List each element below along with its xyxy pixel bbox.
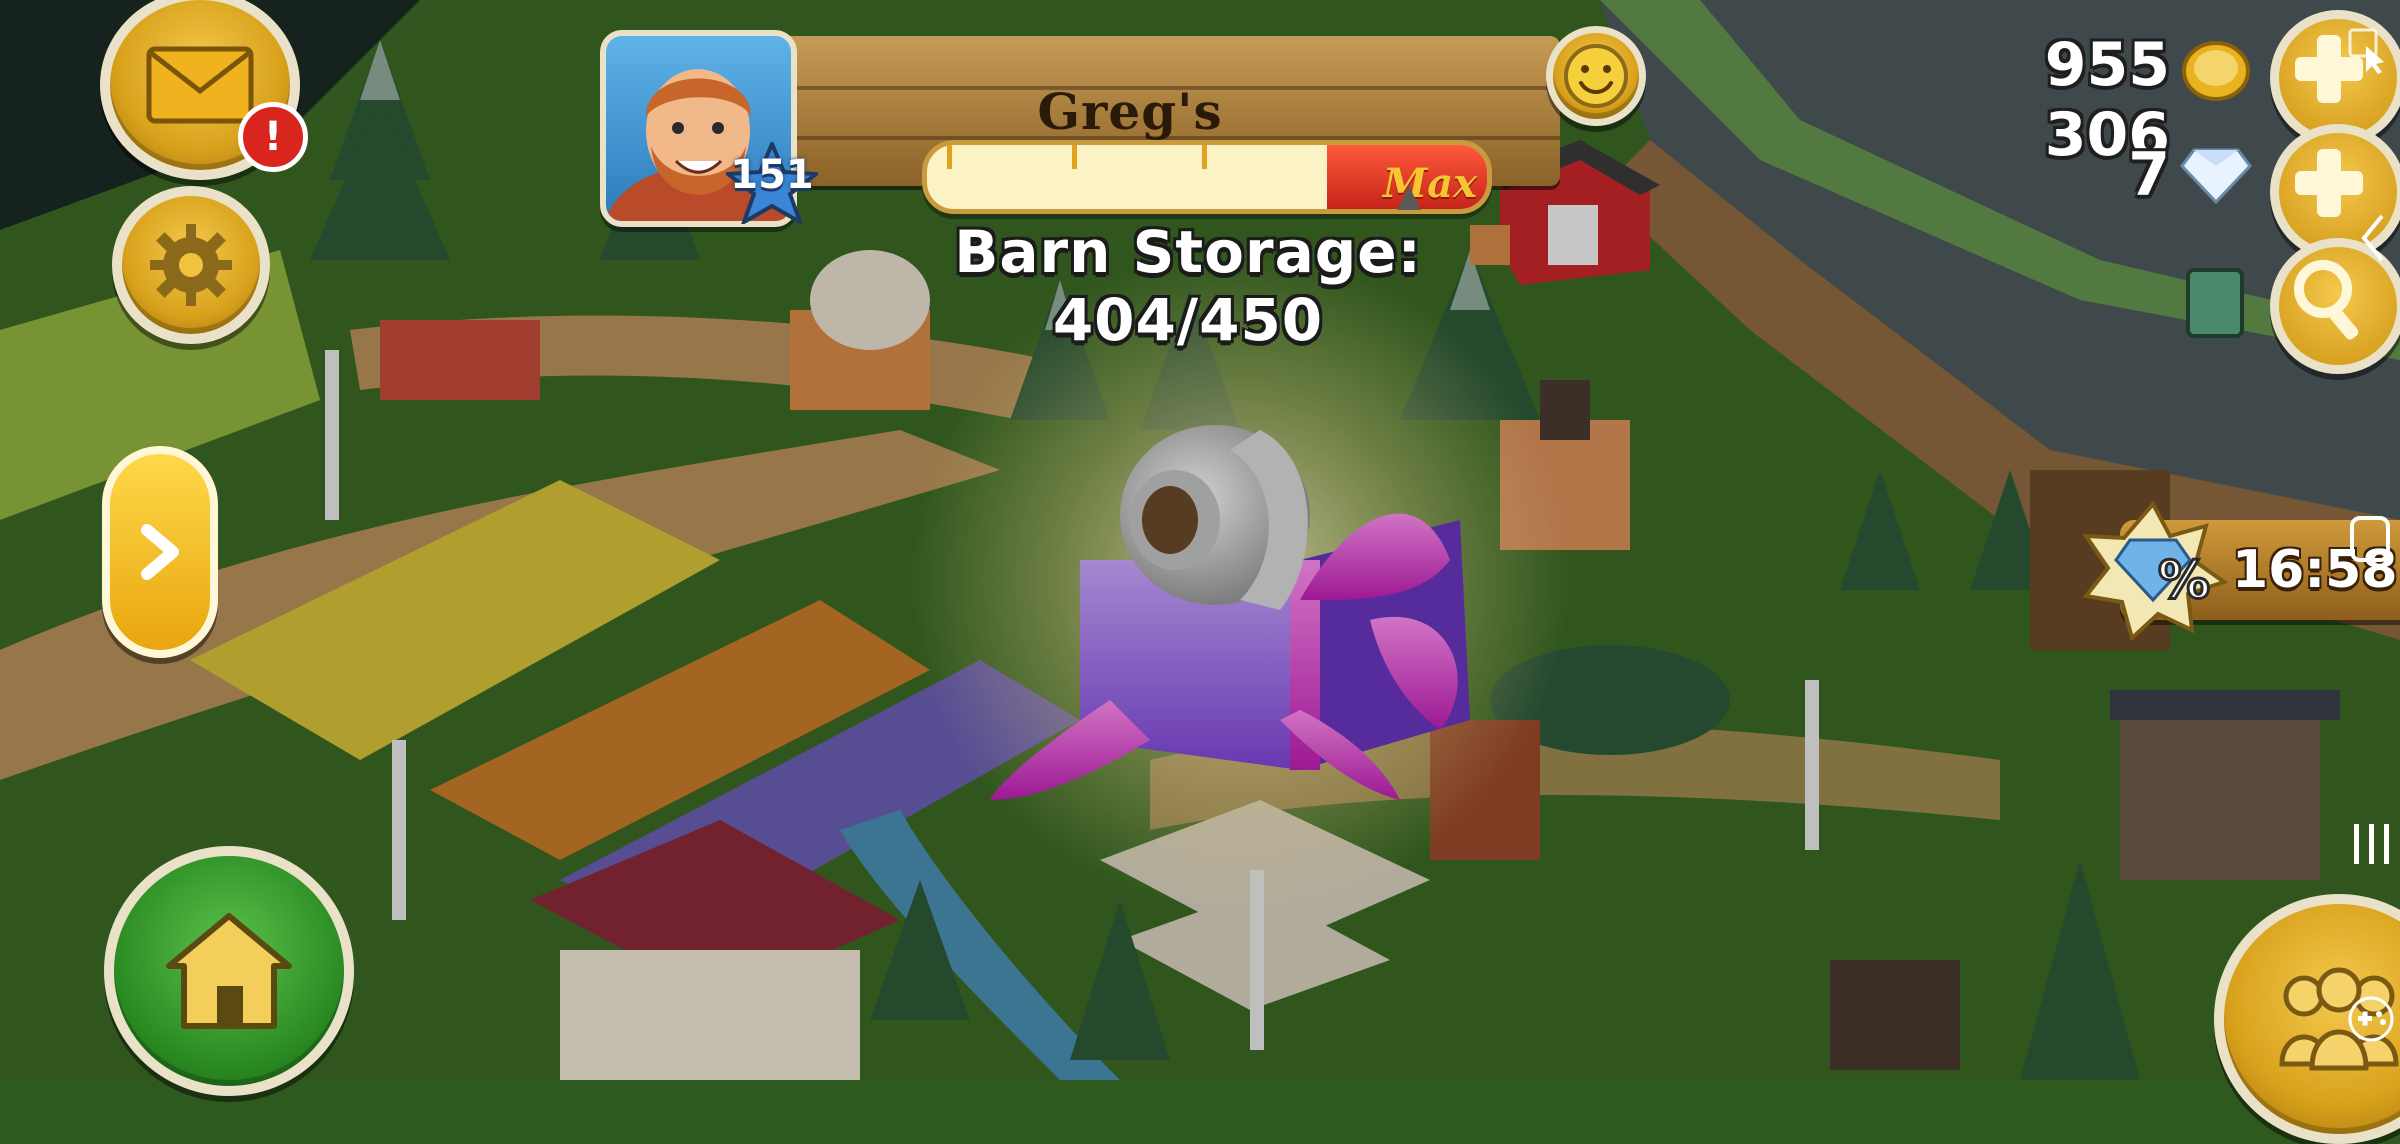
settings-button[interactable] (112, 186, 270, 344)
home-square-icon[interactable] (2348, 514, 2392, 564)
smiley-icon (1564, 44, 1628, 108)
emoji-button[interactable] (1546, 26, 1646, 126)
coin-icon (2182, 41, 2250, 101)
mail-alert-badge: ! (238, 102, 308, 172)
gamepad-icon[interactable] (2346, 994, 2396, 1044)
player-level: 151 (730, 152, 814, 198)
diamond-icon (2180, 148, 2252, 204)
discount-badge-icon: % (2082, 500, 2228, 640)
progress-marker-icon (1397, 186, 1421, 210)
chevron-right-icon (141, 524, 179, 580)
envelope-icon (146, 46, 254, 124)
home-button[interactable] (104, 846, 354, 1096)
side-panel-toggle[interactable] (102, 446, 218, 658)
svg-text:%: % (2158, 551, 2210, 611)
cursor-icon (2348, 28, 2384, 74)
barn-storage-label: Barn Storage: 404/450 (954, 218, 1422, 354)
gear-icon (150, 224, 232, 306)
diamond-count: 7 (2128, 140, 2170, 210)
recents-icon[interactable] (2350, 820, 2394, 868)
back-chevron-icon[interactable] (2358, 210, 2388, 266)
exclamation-icon: ! (263, 114, 283, 160)
house-icon (166, 913, 292, 1029)
item-box-icon (2186, 268, 2244, 338)
sale-timer: 16:58 (2232, 540, 2398, 600)
